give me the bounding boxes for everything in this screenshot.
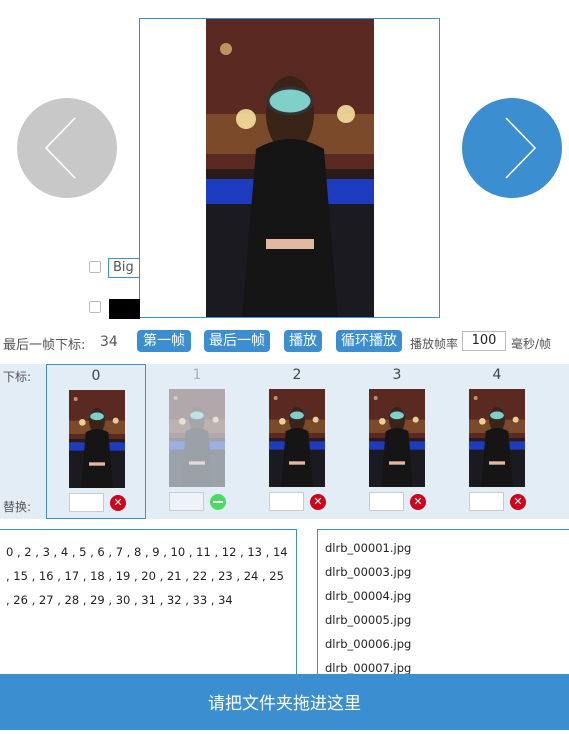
fps-label: 播放帧率 <box>410 337 459 351</box>
color-swatch[interactable] <box>109 299 140 319</box>
frame-cell[interactable]: 4 ✕ <box>447 364 547 519</box>
chevron-right-icon <box>505 117 537 179</box>
frame-thumbnail[interactable] <box>369 389 425 487</box>
replace-input[interactable] <box>369 492 404 511</box>
frame-index: 2 <box>292 367 302 383</box>
frame-index: 3 <box>392 367 402 383</box>
last-frame-button[interactable]: 最后一帧 <box>204 330 270 352</box>
next-frame-button[interactable] <box>462 98 562 198</box>
color-checkbox[interactable] <box>89 301 101 313</box>
frame-index: 4 <box>492 367 502 383</box>
frame-strip: 下标: 替换: 0 ✕ 1 2 ✕ 3 ✕ 4 ✕ <box>0 364 569 519</box>
sequence-list[interactable]: 0 , 2 , 3 , 4 , 5 , 6 , 7 , 8 , 9 , 10 ,… <box>0 529 297 679</box>
play-button[interactable]: 播放 <box>284 330 322 352</box>
frame-thumbnail[interactable] <box>69 390 125 488</box>
first-frame-button[interactable]: 第一帧 <box>137 330 191 352</box>
last-frame-value: 34 <box>100 334 118 350</box>
loop-play-button[interactable]: 循环播放 <box>336 330 402 352</box>
file-list-item[interactable]: dlrb_00001.jpg <box>325 536 569 560</box>
close-circle-icon[interactable]: ✕ <box>310 494 326 510</box>
frame-cell[interactable]: 3 ✕ <box>347 364 447 519</box>
prev-frame-button[interactable] <box>17 98 117 198</box>
frame-thumbnail[interactable] <box>169 389 225 487</box>
close-circle-icon[interactable]: ✕ <box>410 494 426 510</box>
frame-index: 1 <box>192 367 202 383</box>
fps-unit: 毫秒/帧 <box>511 337 552 351</box>
replace-input[interactable] <box>69 493 104 512</box>
big-checkbox[interactable] <box>89 261 101 273</box>
last-frame-label: 最后一帧下标: <box>3 338 86 353</box>
minus-circle-icon[interactable] <box>210 494 226 510</box>
replace-input[interactable] <box>169 492 204 511</box>
close-circle-icon[interactable]: ✕ <box>510 494 526 510</box>
frame-cell[interactable]: 2 ✕ <box>247 364 347 519</box>
big-label-box[interactable]: Big <box>108 258 140 278</box>
drop-zone[interactable]: 请把文件夹拖进这里 <box>0 674 569 730</box>
frame-cell[interactable]: 1 <box>147 364 247 519</box>
file-list-item[interactable]: dlrb_00006.jpg <box>325 632 569 656</box>
frame-cell[interactable]: 0 ✕ <box>46 364 146 519</box>
file-list-item[interactable]: dlrb_00005.jpg <box>325 608 569 632</box>
file-list[interactable]: dlrb_00001.jpg dlrb_00003.jpg dlrb_00004.j… <box>317 529 569 679</box>
replace-input[interactable] <box>269 492 304 511</box>
fps-input[interactable]: 100 <box>462 331 506 351</box>
index-label: 下标: <box>3 370 32 384</box>
chevron-left-icon <box>44 117 76 179</box>
replace-label: 替换: <box>3 500 32 514</box>
close-circle-icon[interactable]: ✕ <box>110 495 126 511</box>
frame-index: 0 <box>91 368 101 384</box>
replace-input[interactable] <box>469 492 504 511</box>
preview-frame <box>139 18 440 318</box>
file-list-item[interactable]: dlrb_00003.jpg <box>325 560 569 584</box>
preview-image <box>206 19 374 318</box>
frame-thumbnail[interactable] <box>469 389 525 487</box>
file-list-item[interactable]: dlrb_00004.jpg <box>325 584 569 608</box>
frame-thumbnail[interactable] <box>269 389 325 487</box>
